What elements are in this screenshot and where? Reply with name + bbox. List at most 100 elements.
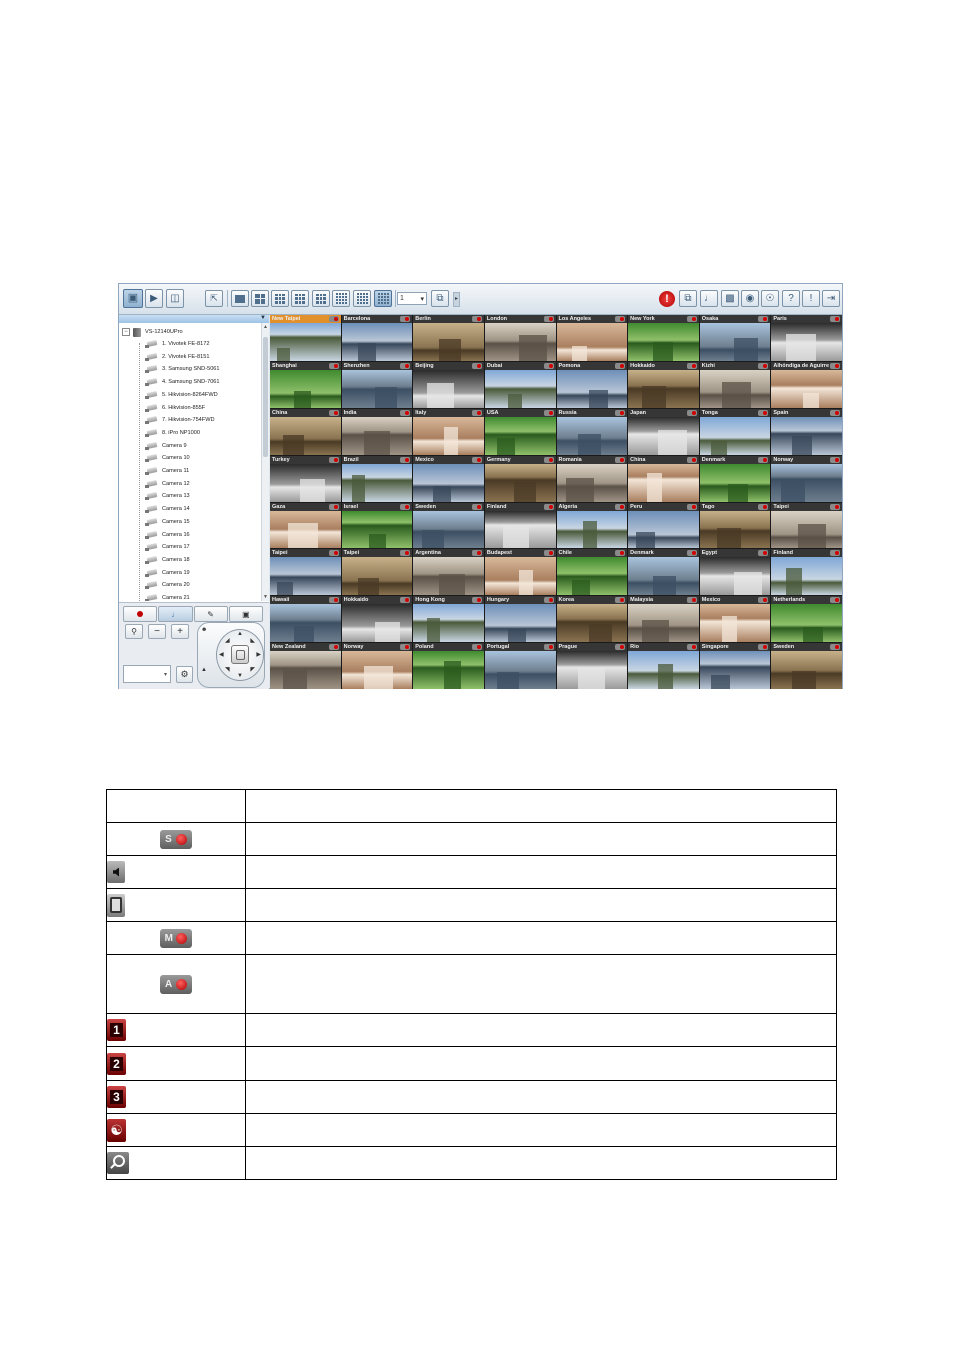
tab-snapshot[interactable]: ▣ bbox=[228, 606, 263, 622]
camera-tile[interactable]: Taipei bbox=[341, 549, 413, 596]
layout-custom-button[interactable] bbox=[374, 290, 392, 307]
camera-tile[interactable]: Finland bbox=[771, 549, 842, 596]
camera-tile[interactable]: Japan bbox=[628, 408, 699, 455]
camera-tile[interactable]: Norway bbox=[341, 643, 413, 689]
tree-item-camera[interactable]: 1. Vivotek FE-8172 bbox=[145, 338, 209, 350]
logout-button[interactable]: ⇥ bbox=[822, 290, 840, 307]
web-button[interactable]: ☉ bbox=[761, 290, 779, 307]
layout-9-button[interactable] bbox=[312, 290, 330, 307]
camera-tile[interactable]: Barcelona bbox=[341, 315, 413, 361]
camera-tile[interactable]: Hokkaido bbox=[628, 361, 699, 408]
camera-tile[interactable]: Taipei bbox=[270, 549, 341, 596]
camera-tile[interactable]: Berlin bbox=[413, 315, 484, 361]
camera-tile[interactable]: New Zealand bbox=[270, 643, 341, 689]
tab-record[interactable] bbox=[123, 606, 158, 622]
ptz-joystick[interactable]: ☻ ▲ ▲ ▼ ◀ ▶ ◢ ◣ ◥ ◤ bbox=[197, 622, 265, 688]
camera-tile[interactable]: China bbox=[270, 408, 341, 455]
camera-tile[interactable]: Beijing bbox=[413, 361, 484, 408]
config-mode-button[interactable]: ◫ bbox=[166, 289, 184, 308]
scroll-up-icon[interactable]: ▲ bbox=[263, 324, 268, 330]
monitor-mode-button[interactable]: ▣ bbox=[123, 289, 143, 308]
camera-tile[interactable]: Taipei bbox=[771, 502, 842, 549]
camera-tile[interactable]: Mexico bbox=[413, 455, 484, 502]
tree-item-camera[interactable]: Camera 13 bbox=[145, 490, 190, 502]
camera-tile[interactable]: Israel bbox=[341, 502, 413, 549]
camera-tile[interactable]: Gaza bbox=[270, 502, 341, 549]
camera-tile[interactable]: Argentina bbox=[413, 549, 484, 596]
arrow-up-right-icon[interactable]: ◣ bbox=[250, 637, 255, 644]
camera-tile[interactable]: Hokkaido bbox=[341, 596, 413, 643]
help-button[interactable]: ? bbox=[782, 290, 800, 307]
snapshot-button[interactable]: ▩ bbox=[721, 290, 739, 307]
camera-tile[interactable]: China bbox=[628, 455, 699, 502]
arrow-right-icon[interactable]: ▶ bbox=[256, 651, 261, 658]
camera-tile[interactable]: Sweden bbox=[413, 502, 484, 549]
camera-tile[interactable]: India bbox=[341, 408, 413, 455]
camera-tile[interactable]: Denmark bbox=[699, 455, 771, 502]
tree-item-camera[interactable]: Camera 18 bbox=[145, 554, 190, 566]
page-select[interactable]: 1 ▾ bbox=[397, 292, 427, 305]
tree-item-camera[interactable]: Camera 17 bbox=[145, 541, 190, 553]
tree-root-server[interactable]: − VS-12140UPro bbox=[122, 326, 183, 338]
zoom-in-button[interactable]: + bbox=[171, 624, 189, 639]
camera-tile[interactable]: Kizhi bbox=[699, 361, 771, 408]
camera-tile[interactable]: Dubai bbox=[484, 361, 556, 408]
camera-tile[interactable]: Malaysia bbox=[628, 596, 699, 643]
camera-tile[interactable]: Norway bbox=[771, 455, 842, 502]
layout-8-button[interactable] bbox=[291, 290, 309, 307]
arrow-left-icon[interactable]: ◀ bbox=[219, 651, 224, 658]
camera-tile[interactable]: Alhóndiga de Aguirre bbox=[771, 361, 842, 408]
preset-select[interactable]: ▾ bbox=[123, 665, 171, 683]
fullscreen-button[interactable]: ⇱ bbox=[205, 290, 223, 307]
camera-tile[interactable]: New Taipei bbox=[270, 315, 341, 361]
camera-tile[interactable]: Budapest bbox=[484, 549, 556, 596]
ptz-button[interactable]: ⧉ bbox=[679, 290, 697, 307]
collapse-icon[interactable]: − bbox=[122, 328, 130, 336]
about-button[interactable]: ! bbox=[802, 290, 820, 307]
camera-tile[interactable]: Hawaii bbox=[270, 596, 341, 643]
record-button[interactable]: ◉ bbox=[741, 290, 759, 307]
tree-item-camera[interactable]: 3. Samsung SND-5061 bbox=[145, 363, 220, 375]
tree-item-camera[interactable]: Camera 10 bbox=[145, 452, 190, 464]
camera-tile[interactable]: Sweden bbox=[771, 643, 842, 689]
scroll-thumb[interactable] bbox=[263, 337, 268, 457]
zoom-out-button[interactable]: − bbox=[148, 624, 166, 639]
camera-tile[interactable]: Pomona bbox=[556, 361, 628, 408]
zoom-button[interactable]: ⚲ bbox=[125, 624, 143, 639]
camera-tile[interactable]: Finland bbox=[484, 502, 556, 549]
tree-item-camera[interactable]: 6. Hikvision-855F bbox=[145, 402, 205, 414]
camera-tile[interactable]: Italy bbox=[413, 408, 484, 455]
camera-tile[interactable]: Peru bbox=[628, 502, 699, 549]
camera-tile[interactable]: Brazil bbox=[341, 455, 413, 502]
camera-tile[interactable]: Shanghai bbox=[270, 361, 341, 408]
audio-button[interactable]: ♩ bbox=[700, 290, 718, 307]
tree-scrollbar[interactable]: ▲ ▼ bbox=[261, 323, 269, 601]
camera-tile[interactable]: Turkey bbox=[270, 455, 341, 502]
camera-tile[interactable]: Portugal bbox=[484, 643, 556, 689]
tree-item-camera[interactable]: Camera 16 bbox=[145, 529, 190, 541]
camera-tile[interactable]: Shenzhen bbox=[341, 361, 413, 408]
camera-tile[interactable]: Romania bbox=[556, 455, 628, 502]
tree-item-camera[interactable]: Camera 15 bbox=[145, 516, 190, 528]
camera-tile[interactable]: Mexico bbox=[699, 596, 771, 643]
tab-audio[interactable]: ♩ bbox=[158, 606, 193, 622]
camera-tile[interactable]: Prague bbox=[556, 643, 628, 689]
direction-ring[interactable]: ▲ ▼ ◀ ▶ ◢ ◣ ◥ ◤ bbox=[216, 629, 264, 681]
pin-icon[interactable]: ▼ bbox=[260, 315, 266, 321]
camera-tile[interactable]: Germany bbox=[484, 455, 556, 502]
arrow-up-left-icon[interactable]: ◢ bbox=[225, 637, 230, 644]
playback-mode-button[interactable]: ▶ bbox=[145, 289, 163, 308]
camera-tile[interactable]: Spain bbox=[771, 408, 842, 455]
tab-microphone[interactable]: ✎ bbox=[193, 606, 228, 622]
tree-item-camera[interactable]: Camera 20 bbox=[145, 579, 190, 591]
camera-tile[interactable]: Tago bbox=[699, 502, 771, 549]
arrow-down-right-icon[interactable]: ◤ bbox=[250, 666, 255, 673]
tree-item-camera[interactable]: 4. Samsung SND-7061 bbox=[145, 376, 220, 388]
camera-tile[interactable]: Chile bbox=[556, 549, 628, 596]
tree-item-camera[interactable]: 2. Vivotek FE-8151 bbox=[145, 351, 209, 363]
tree-item-camera[interactable]: Camera 9 bbox=[145, 440, 187, 452]
layout-6-button[interactable] bbox=[271, 290, 289, 307]
layout-10-button[interactable] bbox=[332, 290, 350, 307]
tree-item-camera[interactable]: Camera 12 bbox=[145, 478, 190, 490]
arrow-up-icon[interactable]: ▲ bbox=[237, 631, 243, 637]
